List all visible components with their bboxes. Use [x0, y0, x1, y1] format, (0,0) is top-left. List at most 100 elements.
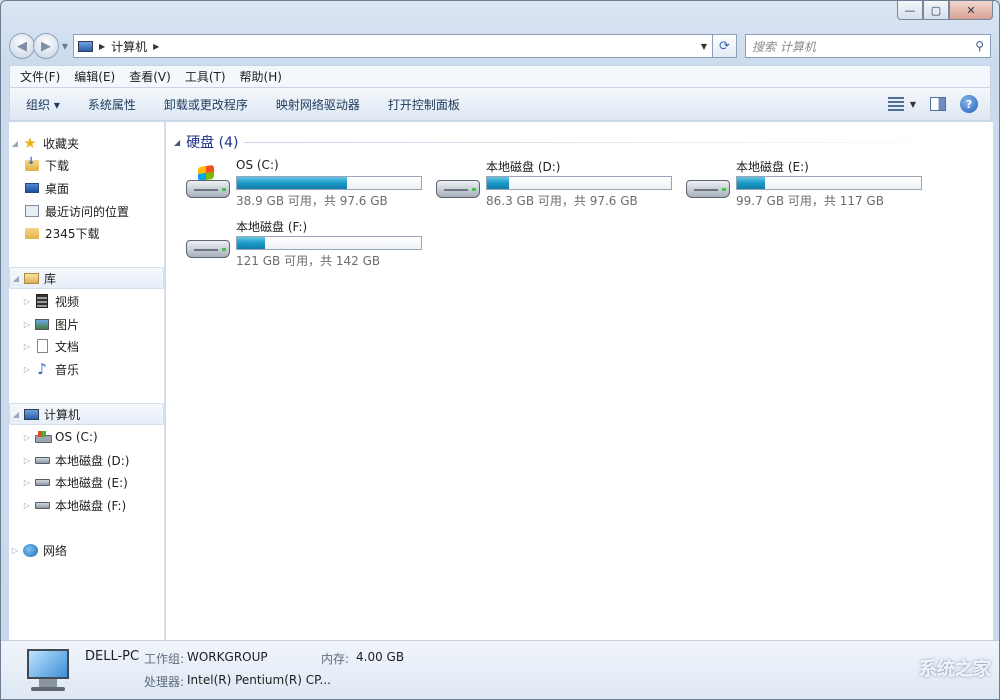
maximize-button[interactable]: ▢: [923, 1, 949, 20]
drive-name: 本地磁盘 (D:): [486, 160, 561, 174]
drive-usage-fill: [237, 177, 348, 189]
search-input[interactable]: 搜索 计算机: [752, 38, 975, 55]
forward-arrow-icon: ▶: [41, 38, 51, 54]
expand-triangle-icon[interactable]: ▷: [21, 456, 33, 465]
nav-item-downloads[interactable]: 下载: [9, 154, 164, 176]
nav-item-label: 本地磁盘 (D:): [55, 453, 130, 468]
expand-triangle-icon[interactable]: ◢: [10, 410, 22, 419]
search-icon[interactable]: ⚲: [975, 39, 984, 53]
help-icon[interactable]: ?: [960, 95, 978, 113]
nav-network[interactable]: ▷ 网络: [9, 539, 164, 561]
nav-item-pictures[interactable]: ▷ 图片: [9, 313, 164, 335]
minimize-button[interactable]: —: [897, 1, 923, 20]
drive-usage-fill: [487, 177, 510, 189]
expand-triangle-icon[interactable]: ▷: [21, 320, 33, 329]
drive-usage-bar: [486, 176, 672, 190]
open-control-panel-button[interactable]: 打开控制面板: [388, 96, 460, 113]
recent-places-icon: [25, 205, 39, 217]
nav-computer-label: 计算机: [44, 407, 81, 422]
expand-triangle-icon[interactable]: ▷: [21, 478, 33, 487]
video-icon: [36, 294, 48, 308]
nav-network-label: 网络: [43, 543, 68, 558]
group-header-hard-disks[interactable]: ◢ 硬盘 (4): [174, 132, 238, 152]
nav-item-drive-d[interactable]: ▷ 本地磁盘 (D:): [9, 449, 164, 471]
memory-label: 内存:: [321, 652, 350, 666]
processor-value: Intel(R) Pentium(R) CP...: [187, 673, 331, 687]
nav-item-label: 下载: [45, 158, 70, 173]
nav-item-label: OS (C:): [55, 430, 98, 444]
map-network-drive-button[interactable]: 映射网络驱动器: [276, 96, 360, 113]
menu-view[interactable]: 查看(V): [129, 68, 171, 85]
nav-item-drive-f[interactable]: ▷ 本地磁盘 (F:): [9, 494, 164, 516]
nav-item-drive-c[interactable]: ▷ OS (C:): [9, 426, 164, 448]
recent-pages-dropdown[interactable]: ▼: [59, 42, 71, 51]
address-dropdown-icon[interactable]: ▼: [696, 42, 712, 51]
refresh-button[interactable]: ⟳: [713, 34, 737, 58]
hard-drive-icon: [184, 226, 232, 262]
nav-item-documents[interactable]: ▷ 文档: [9, 335, 164, 357]
nav-item-drive-e[interactable]: ▷ 本地磁盘 (E:): [9, 471, 164, 493]
expand-triangle-icon[interactable]: ▷: [21, 501, 33, 510]
expand-triangle-icon[interactable]: ◢: [10, 274, 22, 283]
forward-button[interactable]: ▶: [33, 33, 59, 59]
drive-tile-e[interactable]: 本地磁盘 (E:) 99.7 GB 可用，共 117 GB: [684, 158, 934, 214]
address-bar[interactable]: ▶ 计算机 ▶ ▼: [73, 34, 713, 58]
nav-item-label: 视频: [55, 294, 80, 309]
nav-item-recent-places[interactable]: 最近访问的位置: [9, 200, 164, 222]
expand-triangle-icon[interactable]: ▷: [21, 342, 33, 351]
drive-usage-fill: [237, 237, 265, 249]
change-view-button[interactable]: ▼: [887, 97, 916, 111]
windows-drive-icon: [34, 431, 52, 443]
group-title: 硬盘 (4): [186, 135, 239, 151]
expand-triangle-icon[interactable]: ▷: [21, 297, 33, 306]
library-icon: [23, 272, 39, 284]
expand-triangle-icon[interactable]: ◢: [9, 139, 21, 148]
expand-triangle-icon[interactable]: ▷: [21, 365, 33, 374]
drive-tile-d[interactable]: 本地磁盘 (D:) 86.3 GB 可用，共 97.6 GB: [434, 158, 684, 214]
uninstall-program-button[interactable]: 卸载或更改程序: [164, 96, 248, 113]
breadcrumb-separator-icon[interactable]: ▶: [99, 42, 105, 51]
nav-item-music[interactable]: ▷ ♪ 音乐: [9, 358, 164, 380]
nav-item-desktop[interactable]: 桌面: [9, 177, 164, 199]
menu-file[interactable]: 文件(F): [20, 68, 60, 85]
drive-tile-f[interactable]: 本地磁盘 (F:) 121 GB 可用，共 142 GB: [184, 218, 434, 274]
group-divider: [244, 142, 988, 143]
breadcrumb-separator-icon[interactable]: ▶: [153, 42, 159, 51]
nav-item-label: 桌面: [45, 181, 70, 196]
nav-item-2345-downloads[interactable]: 2345下载: [9, 222, 164, 244]
menu-help[interactable]: 帮助(H): [240, 68, 282, 85]
drive-usage-bar: [736, 176, 922, 190]
computer-icon: [78, 40, 93, 52]
nav-item-label: 图片: [55, 317, 80, 332]
watermark-logo: 系统之家: [919, 659, 991, 680]
drive-usage-bar: [236, 176, 422, 190]
nav-favorites-label: 收藏夹: [43, 136, 80, 151]
nav-item-videos[interactable]: ▷ 视频: [9, 290, 164, 312]
collapse-triangle-icon[interactable]: ◢: [174, 138, 180, 147]
menu-edit[interactable]: 编辑(E): [74, 68, 115, 85]
expand-triangle-icon[interactable]: ▷: [9, 546, 21, 555]
content-pane: ◢ 硬盘 (4) OS (C:) 38.9 GB 可用，共 97.6 GB 本地…: [166, 122, 993, 640]
navigation-row: ◀ ▶ ▼ ▶ 计算机 ▶ ▼ ⟳ 搜索 计算机 ⚲: [9, 31, 991, 61]
drive-name: 本地磁盘 (F:): [236, 220, 308, 234]
menu-bar: 文件(F) 编辑(E) 查看(V) 工具(T) 帮助(H): [9, 65, 991, 87]
nav-libraries[interactable]: ◢ 库: [9, 267, 164, 289]
breadcrumb-computer[interactable]: 计算机: [111, 38, 147, 55]
system-properties-button[interactable]: 系统属性: [88, 96, 136, 113]
close-button[interactable]: ✕: [949, 1, 993, 20]
drive-tile-c[interactable]: OS (C:) 38.9 GB 可用，共 97.6 GB: [184, 158, 434, 214]
workgroup-value: WORKGROUP: [187, 650, 268, 664]
nav-favorites[interactable]: ◢ ★ 收藏夹: [9, 132, 164, 154]
hard-drive-icon: [684, 166, 732, 202]
expand-triangle-icon[interactable]: ▷: [21, 433, 33, 442]
computer-monitor-icon: [25, 649, 71, 693]
menu-tools[interactable]: 工具(T): [185, 68, 226, 85]
nav-computer[interactable]: ◢ 计算机: [9, 403, 164, 425]
picture-icon: [35, 318, 49, 330]
preview-pane-icon[interactable]: [930, 97, 946, 111]
back-button[interactable]: ◀: [9, 33, 35, 59]
refresh-icon: ⟳: [719, 38, 730, 54]
search-box[interactable]: 搜索 计算机 ⚲: [745, 34, 991, 58]
downloads-folder-icon: [25, 156, 39, 171]
organize-button[interactable]: 组织 ▾: [26, 96, 60, 113]
